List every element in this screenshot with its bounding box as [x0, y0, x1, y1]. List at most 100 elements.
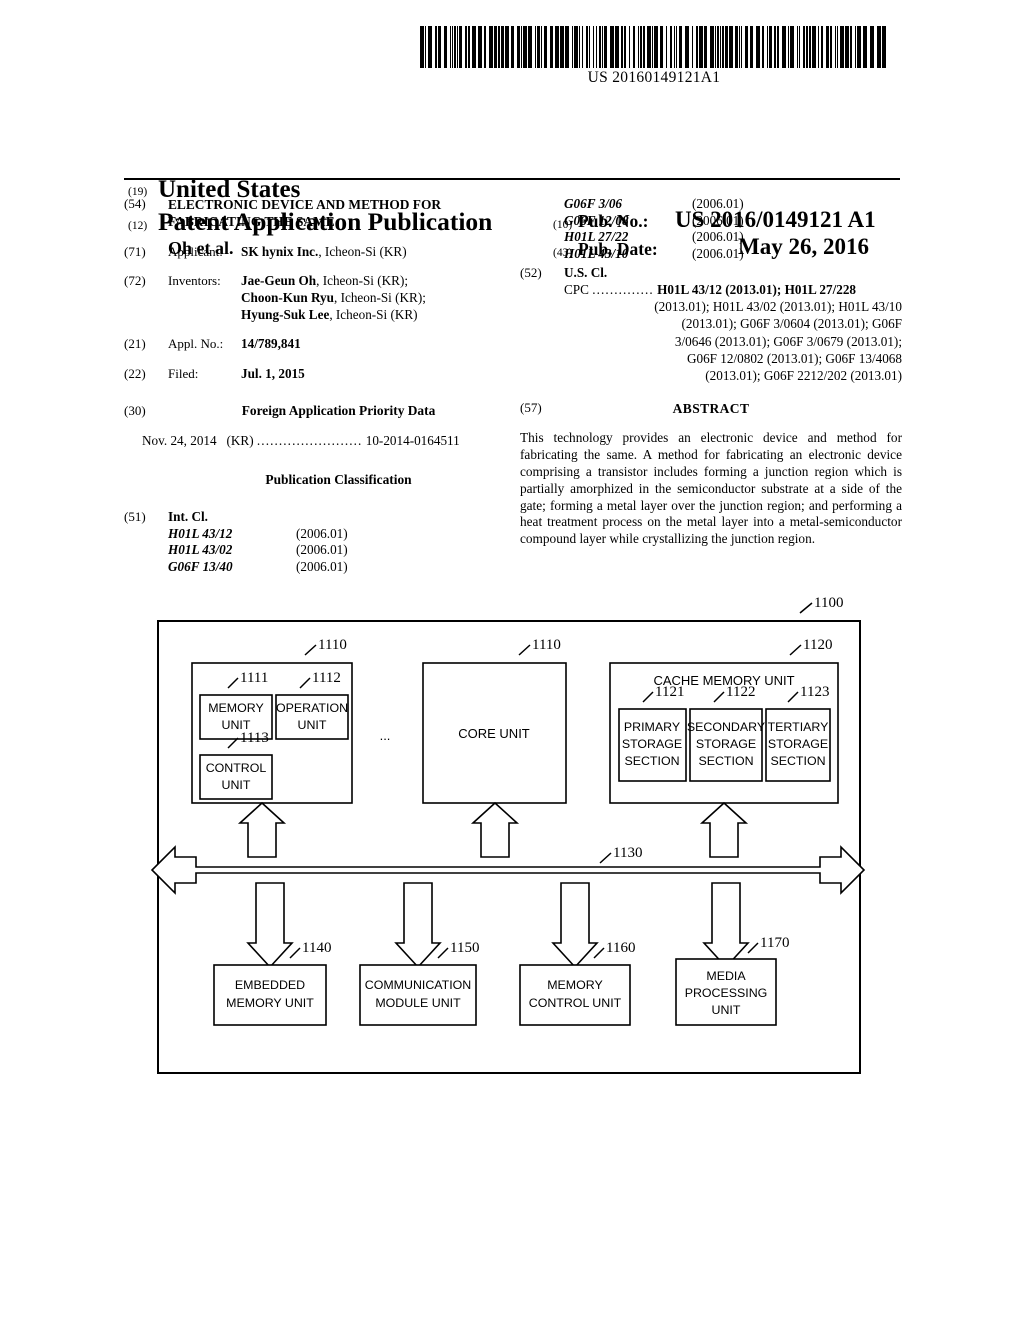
ref-label-1160: 1160 — [606, 940, 635, 956]
memory-control-line2: CONTROL UNIT — [529, 996, 622, 1010]
ipc-date: (2006.01) — [296, 558, 348, 574]
inventor-name: Choon-Kun Ryu — [241, 290, 334, 306]
ipc-code: H01L 43/12 — [168, 525, 233, 541]
field-number-54: (54) — [124, 196, 146, 211]
field-number-52: (52) — [520, 264, 542, 280]
abstract-body: This technology provides an electronic d… — [520, 430, 902, 547]
ipc-date: (2006.01) — [692, 245, 744, 261]
publication-number-text: US 20160149121A1 — [587, 69, 721, 86]
inventor-name: Jae-Geun Oh — [241, 273, 317, 289]
ipc-code: H01L 27/22 — [564, 229, 629, 245]
ipc-code: H01L 43/02 — [168, 542, 233, 558]
cpc-line: (2013.01); G06F 3/0604 (2013.01); G06F — [564, 315, 902, 332]
ref-label-1113: 1113 — [240, 730, 269, 746]
abstract-heading: ABSTRACT — [672, 401, 750, 417]
field-appl-no: (21) Appl. No.: 14/789,841 — [124, 336, 509, 353]
memory-control-unit-1160 — [519, 964, 631, 1026]
field-number-51: (51) — [124, 509, 146, 524]
embedded-memory-line2: MEMORY UNIT — [226, 996, 314, 1010]
barcode-area: US 20160149121A1 — [418, 26, 890, 87]
ipc-code: G06F 3/06 — [564, 196, 623, 211]
applicant-label: Applicant: — [168, 243, 223, 259]
embedded-memory-unit-1140 — [213, 964, 327, 1026]
ref-label-1111: 1111 — [240, 670, 268, 686]
table-row: H01L 43/12 (2006.01) — [168, 526, 509, 543]
ipc-date: (2006.01) — [296, 542, 348, 558]
header-divider — [124, 178, 900, 180]
ipc-date: (2006.01) — [692, 229, 744, 245]
cpc-line-text: (2013.01); G06F 2212/202 (2013.01) — [705, 367, 902, 383]
publication-classification-heading: Publication Classification — [265, 472, 412, 488]
table-row: H01L 43/02 (2006.01) — [168, 542, 509, 559]
diagram-svg: 1100 1110 1111 MEMORY UNIT 1112 OPERATIO… — [150, 595, 866, 1074]
applicant-value: SK hynix Inc., Icheon-Si (KR) — [241, 244, 509, 261]
priority-dot-leader: ........................ — [256, 433, 363, 449]
priority-date: Nov. 24, 2014 — [142, 433, 217, 449]
field-applicant: (71) Applicant: SK hynix Inc., Icheon-Si… — [124, 244, 509, 261]
ref-label-1122: 1122 — [726, 684, 755, 700]
field-title: (54) ELECTRONIC DEVICE AND METHOD FOR FA… — [124, 196, 509, 231]
ref-label-1120: 1120 — [803, 637, 832, 653]
list-item: Hyung-Suk Lee, Icheon-Si (KR) — [241, 307, 509, 324]
ipc-date: (2006.01) — [296, 525, 348, 541]
biblio-right-column: G06F 3/06 (2006.01) G06F 12/08 (2006.01) H… — [520, 196, 902, 548]
communication-line1: COMMUNICATION — [365, 978, 471, 992]
cpc-label: CPC — [564, 282, 589, 298]
ref-label-1123: 1123 — [800, 684, 829, 700]
primary-storage-line1: PRIMARY — [624, 720, 680, 734]
core-unit-label: CORE UNIT — [458, 726, 530, 741]
secondary-storage-line1: SECONDARY — [687, 720, 765, 734]
table-row: G06F 12/08 (2006.01) — [564, 213, 902, 230]
memory-unit-label-line1: MEMORY — [208, 701, 264, 715]
list-item: Jae-Geun Oh, Icheon-Si (KR); — [241, 273, 509, 290]
ipc-date: (2006.01) — [692, 212, 744, 228]
list-item: Choon-Kun Ryu, Icheon-Si (KR); — [241, 290, 509, 307]
cpc-line-text: 3/0646 (2013.01); G06F 3/0679 (2013.01); — [674, 333, 902, 349]
cpc-line: (2013.01); G06F 2212/202 (2013.01) — [564, 367, 902, 384]
ref-label-1170: 1170 — [760, 935, 789, 951]
cpc-line: 3/0646 (2013.01); G06F 3/0679 (2013.01); — [564, 333, 902, 350]
operation-unit-label-line2: UNIT — [298, 718, 327, 732]
inventors-list: Jae-Geun Oh, Icheon-Si (KR); Choon-Kun R… — [241, 273, 509, 323]
ref-label-1112: 1112 — [312, 670, 341, 686]
ref-label-1110b: 1110 — [532, 637, 561, 653]
ref-label-1110a: 1110 — [318, 637, 347, 653]
communication-module-unit-1150 — [359, 964, 477, 1026]
cpc-dot-leader: .............. — [592, 282, 654, 298]
embedded-memory-line1: EMBEDDED — [235, 978, 305, 992]
appl-no-value: 14/789,841 — [241, 336, 509, 353]
field-number-21: (21) — [124, 336, 146, 352]
ref-label-1130: 1130 — [613, 845, 642, 861]
inventor-location: , Icheon-Si (KR); — [333, 290, 426, 306]
leader-line-1100 — [799, 602, 813, 614]
ellipsis-label: ... — [380, 728, 391, 743]
ipc-date: (2006.01) — [692, 196, 744, 211]
appl-no-text: 14/789,841 — [241, 336, 301, 352]
media-processing-line2: PROCESSING — [685, 986, 768, 1000]
field-filed: (22) Filed: Jul. 1, 2015 — [124, 366, 509, 383]
appl-no-label: Appl. No.: — [168, 336, 224, 352]
communication-line2: MODULE UNIT — [375, 996, 461, 1010]
control-unit-label-line1: CONTROL — [206, 761, 267, 775]
primary-storage-line3: SECTION — [624, 754, 679, 768]
ipc-code: H01L 43/10 — [564, 245, 629, 261]
applicant-name: SK hynix Inc. — [241, 243, 319, 259]
inventor-location: , Icheon-Si (KR); — [316, 273, 409, 289]
field-int-cl: (51) Int. Cl. H01L 43/12 (2006.01) H01L 4… — [124, 509, 509, 576]
ref-label-1140: 1140 — [302, 940, 331, 956]
cpc-line-text: (2013.01); H01L 43/02 (2013.01); H01L 43… — [654, 299, 902, 315]
int-cl-continued: G06F 3/06 (2006.01) G06F 12/08 (2006.01) H… — [520, 196, 902, 263]
tertiary-storage-line2: STORAGE — [768, 737, 828, 751]
priority-number: 10-2014-0164511 — [365, 433, 460, 449]
memory-control-line1: MEMORY — [547, 978, 603, 992]
cpc-line: (2013.01); H01L 43/02 (2013.01); H01L 43… — [564, 298, 902, 315]
field-priority: (30) Foreign Application Priority Data N… — [124, 403, 509, 451]
masthead: (19) United States (12) Patent Applicati… — [0, 88, 1024, 259]
us-cl-label: U.S. Cl. — [564, 265, 902, 282]
int-cl-label-text: Int. Cl. — [168, 509, 208, 524]
tertiary-storage-line3: SECTION — [770, 754, 825, 768]
secondary-storage-line2: STORAGE — [696, 737, 756, 751]
barcode-image — [420, 26, 886, 68]
figure-block-diagram: 1100 1110 1111 MEMORY UNIT 1112 OPERATIO… — [0, 595, 1024, 1095]
cpc-line-text: G06F 12/0802 (2013.01); G06F 13/4068 — [686, 350, 902, 366]
